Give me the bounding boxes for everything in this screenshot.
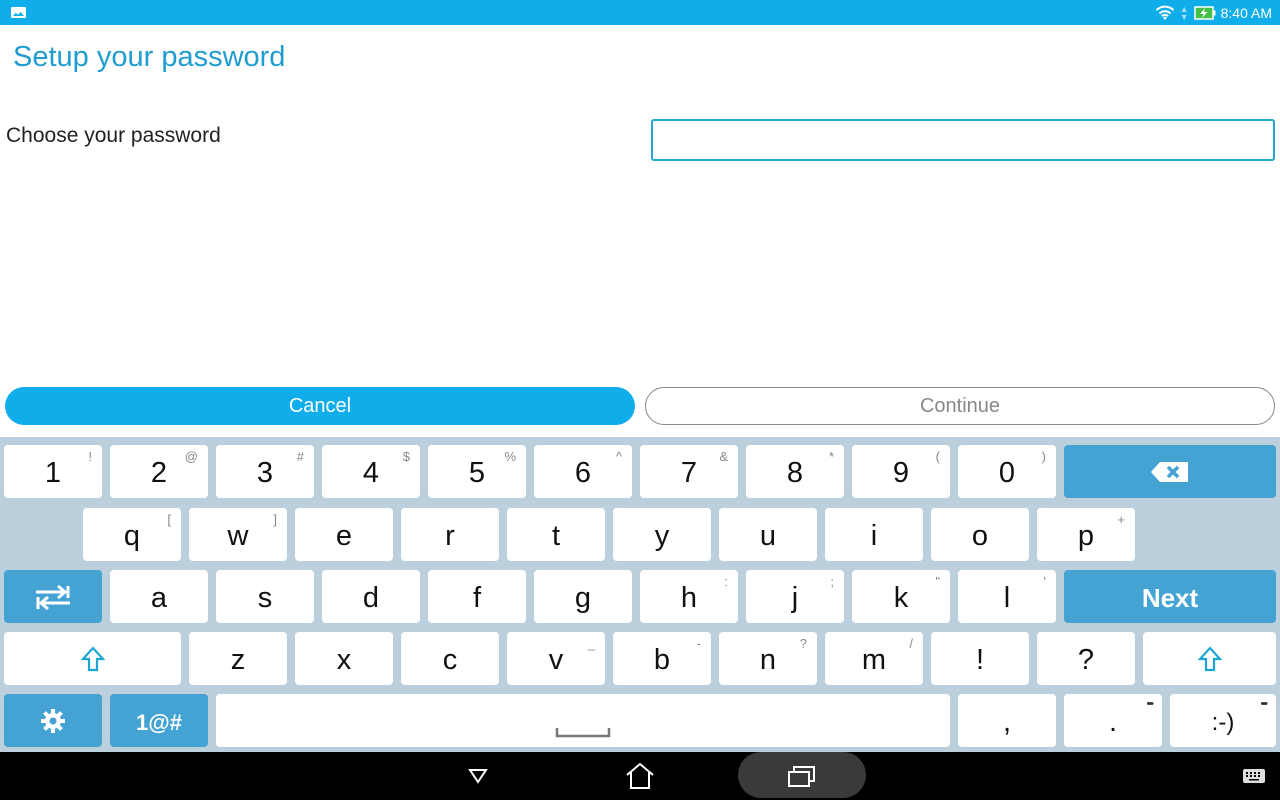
- recents-button[interactable]: [782, 752, 822, 800]
- status-icons: ▲ ▼ 8:40 AM: [1155, 0, 1272, 25]
- key-n[interactable]: n?: [719, 632, 817, 685]
- key-h[interactable]: h:: [640, 570, 738, 623]
- key-d[interactable]: d: [322, 570, 420, 623]
- home-button[interactable]: [620, 752, 660, 800]
- next-key[interactable]: Next: [1064, 570, 1276, 623]
- tab-switch-icon: [36, 584, 70, 610]
- navigation-bar: [0, 752, 1280, 800]
- settings-key[interactable]: [4, 694, 102, 747]
- page-title: Setup your password: [13, 41, 286, 73]
- key-i[interactable]: i: [825, 508, 923, 561]
- key-4[interactable]: 4 $: [322, 445, 420, 498]
- wifi-icon: [1155, 5, 1174, 20]
- gallery-icon: [11, 7, 26, 18]
- back-button[interactable]: [458, 752, 498, 800]
- cancel-button[interactable]: Cancel: [5, 387, 635, 425]
- key-3[interactable]: 3 #: [216, 445, 314, 498]
- symbols-key[interactable]: 1@#: [110, 694, 208, 747]
- key-k[interactable]: k ": [852, 570, 950, 623]
- key-b[interactable]: b-: [613, 632, 711, 685]
- continue-button[interactable]: Continue: [645, 387, 1275, 425]
- key-e[interactable]: e: [295, 508, 393, 561]
- keyboard-icon: [1243, 769, 1265, 783]
- key-question[interactable]: ?: [1037, 632, 1135, 685]
- key-5[interactable]: 5%: [428, 445, 526, 498]
- key-q[interactable]: q[: [83, 508, 181, 561]
- key-a[interactable]: a: [110, 570, 208, 623]
- key-r[interactable]: r: [401, 508, 499, 561]
- back-icon: [468, 769, 488, 784]
- key-2[interactable]: 2 @: [110, 445, 208, 498]
- key-7[interactable]: 7 &: [640, 445, 738, 498]
- key-x[interactable]: x: [295, 632, 393, 685]
- recents-icon: [788, 766, 815, 787]
- backspace-key[interactable]: [1064, 445, 1276, 498]
- shift-icon: [80, 645, 105, 671]
- home-icon: [626, 762, 654, 789]
- key-v[interactable]: v _: [507, 632, 605, 685]
- page-header: Setup your password: [0, 25, 1280, 90]
- key-y[interactable]: y: [613, 508, 711, 561]
- clock: 8:40 AM: [1220, 4, 1272, 21]
- key-f[interactable]: f: [428, 570, 526, 623]
- key-1[interactable]: 1!: [4, 445, 102, 498]
- key-w[interactable]: w]: [189, 508, 287, 561]
- password-label: Choose your password: [6, 124, 221, 147]
- shift-key-right[interactable]: [1143, 632, 1276, 685]
- on-screen-keyboard: 1! 2 @ 3 # 4 $ 5% 6 ^ 7 & 8 * 9( 0) q[ w] e r …: [0, 437, 1280, 752]
- key-period[interactable]: . •••: [1064, 694, 1162, 747]
- key-m[interactable]: m /: [825, 632, 923, 685]
- emoji-key[interactable]: :-) •••: [1170, 694, 1276, 747]
- shift-key-left[interactable]: [4, 632, 181, 685]
- password-input[interactable]: [651, 119, 1275, 161]
- key-t[interactable]: t: [507, 508, 605, 561]
- keyboard-switch-button[interactable]: [1240, 752, 1268, 800]
- key-p[interactable]: p +: [1037, 508, 1135, 561]
- status-bar: ▲ ▼ 8:40 AM: [0, 0, 1280, 25]
- space-icon: [555, 728, 611, 738]
- key-comma[interactable]: ,: [958, 694, 1056, 747]
- key-exclamation[interactable]: !: [931, 632, 1029, 685]
- space-key[interactable]: [216, 694, 950, 747]
- key-s[interactable]: s: [216, 570, 314, 623]
- tab-switch-key[interactable]: [4, 570, 102, 623]
- key-0[interactable]: 0): [958, 445, 1056, 498]
- backspace-icon: [1151, 461, 1188, 482]
- key-c[interactable]: c: [401, 632, 499, 685]
- key-j[interactable]: j;: [746, 570, 844, 623]
- shift-icon: [1197, 645, 1222, 671]
- battery-charging-icon: [1193, 5, 1216, 20]
- settings-icon: [41, 708, 65, 733]
- key-l[interactable]: l ': [958, 570, 1056, 623]
- key-z[interactable]: z: [189, 632, 287, 685]
- key-u[interactable]: u: [719, 508, 817, 561]
- key-9[interactable]: 9(: [852, 445, 950, 498]
- key-6[interactable]: 6 ^: [534, 445, 632, 498]
- key-g[interactable]: g: [534, 570, 632, 623]
- data-activity-icon: ▲ ▼: [1179, 3, 1189, 22]
- key-8[interactable]: 8 *: [746, 445, 844, 498]
- key-o[interactable]: o: [931, 508, 1029, 561]
